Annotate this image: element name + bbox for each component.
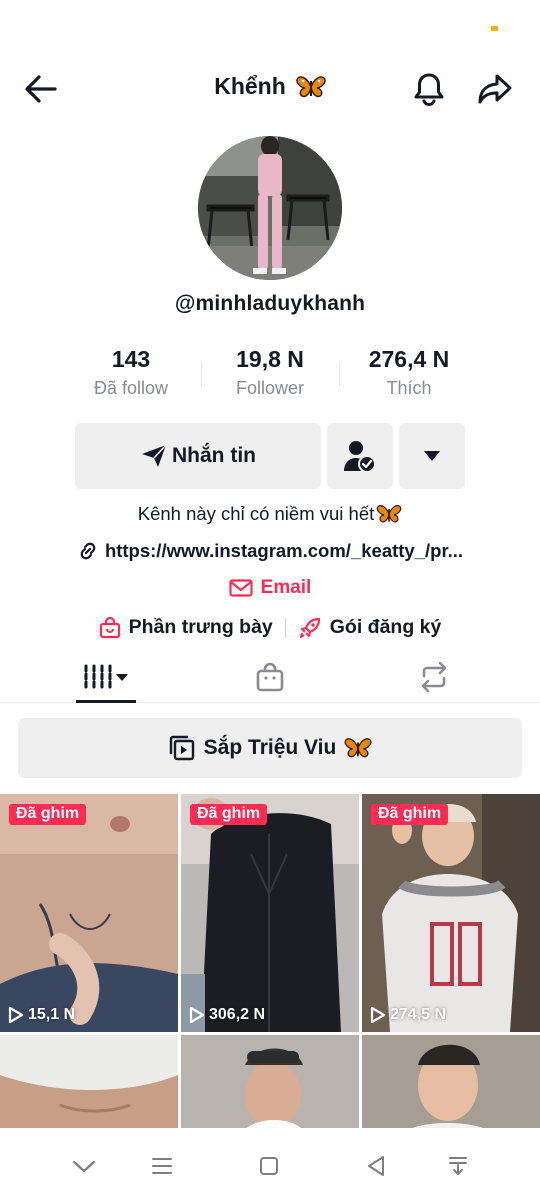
profile-header: Khểnh xyxy=(0,56,540,120)
profile-stats: 143 Đã follow 19,8 N Follower 276,4 N Th… xyxy=(0,344,540,408)
following-status-button[interactable] xyxy=(327,423,393,489)
video-thumbnail[interactable]: Đã ghim 274,5 N xyxy=(362,794,540,1032)
view-count: 15,1 N xyxy=(8,1006,75,1024)
stat-followers[interactable]: 19,8 N Follower xyxy=(200,344,340,399)
video-grid: Đã ghim 15,1 N Đã ghim 306,2 N Đã ghim 2… xyxy=(0,794,540,1134)
bell-icon xyxy=(414,73,444,106)
caret-down-icon xyxy=(424,451,440,461)
play-outline-icon xyxy=(189,1006,205,1024)
butterfly-icon xyxy=(344,737,372,759)
rocket-icon xyxy=(299,617,320,638)
video-grid-icon xyxy=(84,664,128,689)
shopping-bag-icon xyxy=(99,616,120,638)
view-count-text: 15,1 N xyxy=(28,1006,76,1023)
active-tab-indicator xyxy=(76,700,136,703)
suggested-accounts-button[interactable] xyxy=(399,423,465,489)
play-outline-icon xyxy=(8,1006,24,1024)
video-thumbnail[interactable] xyxy=(362,1035,540,1134)
page-title: Khểnh xyxy=(0,73,540,100)
stat-label: Đã follow xyxy=(93,378,169,398)
menu-icon xyxy=(152,1158,172,1174)
video-thumbnail[interactable] xyxy=(0,1035,178,1134)
play-outline-icon xyxy=(370,1006,386,1024)
playlist-icon xyxy=(169,735,194,761)
divider xyxy=(284,617,286,638)
user-check-icon xyxy=(344,441,376,473)
triangle-back-icon xyxy=(368,1156,384,1176)
stat-value: 19,8 N xyxy=(236,346,304,372)
nav-home-button[interactable] xyxy=(251,1148,287,1184)
view-count: 274,5 N xyxy=(370,1006,446,1024)
email-label: Email xyxy=(260,577,312,598)
profile-actions: Nhắn tin xyxy=(0,423,540,489)
stat-label: Thích xyxy=(386,378,432,398)
tab-videos[interactable] xyxy=(76,650,136,703)
stat-value: 143 xyxy=(111,346,151,372)
video-thumbnail[interactable]: Đã ghim 306,2 N xyxy=(181,794,359,1032)
showcase-link[interactable]: Phần trưng bày xyxy=(99,616,273,639)
view-count: 306,2 N xyxy=(189,1006,265,1024)
message-button[interactable]: Nhắn tin xyxy=(75,423,321,489)
bio-link[interactable]: https://www.instagram.com/_keatty_/pr... xyxy=(0,540,540,562)
chevron-down-icon xyxy=(72,1160,96,1173)
link-icon xyxy=(80,542,96,560)
stat-value: 276,4 N xyxy=(368,346,450,372)
share-arrow-icon xyxy=(478,74,512,104)
notification-bell-button[interactable] xyxy=(406,66,452,112)
nav-collapse-button[interactable] xyxy=(66,1148,102,1184)
pull-down-icon xyxy=(449,1157,467,1175)
profile-tabs xyxy=(0,650,540,703)
status-indicator xyxy=(491,26,498,31)
share-button[interactable] xyxy=(472,66,518,112)
stat-following[interactable]: 143 Đã follow xyxy=(61,344,201,399)
video-thumbnail[interactable]: Đã ghim 15,1 N xyxy=(0,794,178,1032)
view-count-text: 274,5 N xyxy=(390,1006,447,1023)
profile-name: Khểnh xyxy=(214,73,286,99)
stat-likes[interactable]: 276,4 N Thích xyxy=(339,344,479,399)
profile-avatar[interactable] xyxy=(198,136,342,280)
subscription-label: Gói đăng ký xyxy=(329,616,442,638)
email-button[interactable]: Email xyxy=(0,577,540,599)
send-icon xyxy=(142,444,167,467)
bio-link-text: https://www.instagram.com/_keatty_/pr... xyxy=(104,540,464,561)
butterfly-icon xyxy=(296,75,326,99)
playlist-button[interactable]: Sắp Triệu Viu xyxy=(18,718,522,778)
repost-icon xyxy=(421,661,447,692)
square-home-icon xyxy=(260,1157,278,1175)
playlist-label: Sắp Triệu Viu xyxy=(203,736,337,759)
nav-notification-pull-button[interactable] xyxy=(440,1148,476,1184)
view-count-text: 306,2 N xyxy=(209,1006,266,1023)
butterfly-icon xyxy=(376,504,402,524)
username: @minhladuykhanh xyxy=(174,292,366,315)
system-nav-bar xyxy=(0,1128,540,1200)
bio-text: Kênh này chỉ có niềm vui hết xyxy=(137,503,375,524)
pinned-badge: Đã ghim xyxy=(371,804,449,825)
pinned-badge: Đã ghim xyxy=(190,804,268,825)
tab-reposts[interactable] xyxy=(404,650,464,703)
message-button-label: Nhắn tin xyxy=(172,444,256,467)
shopping-bag-icon xyxy=(256,662,284,691)
creator-links: Phần trưng bày Gói đăng ký xyxy=(0,616,540,639)
nav-back-button[interactable] xyxy=(358,1148,394,1184)
status-bar xyxy=(0,0,540,56)
mail-icon xyxy=(229,579,253,597)
profile-bio: Kênh này chỉ có niềm vui hết xyxy=(0,503,540,525)
video-thumbnail[interactable] xyxy=(181,1035,359,1134)
nav-menu-button[interactable] xyxy=(144,1148,180,1184)
stat-label: Follower xyxy=(235,378,305,398)
pinned-badge: Đã ghim xyxy=(9,804,87,825)
tab-shop[interactable] xyxy=(240,650,300,703)
subscription-link[interactable]: Gói đăng ký xyxy=(298,616,442,639)
showcase-label: Phần trưng bày xyxy=(128,616,273,638)
